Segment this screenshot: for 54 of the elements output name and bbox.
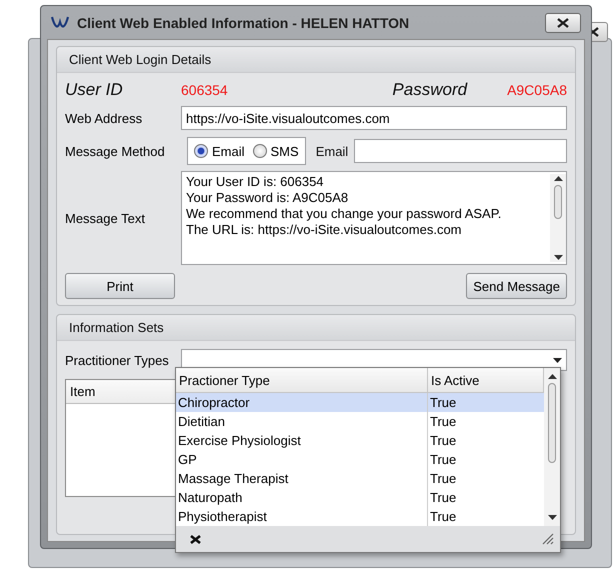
field-label: Message Text xyxy=(65,210,146,226)
list-row[interactable]: Chiropractor True xyxy=(176,393,544,412)
scrollbar[interactable] xyxy=(544,368,560,526)
password-value: A9C05A8 xyxy=(507,82,567,98)
scroll-up-icon[interactable] xyxy=(548,374,556,379)
close-icon[interactable] xyxy=(190,534,201,544)
send-message-button[interactable]: Send Message xyxy=(466,273,567,299)
panel-heading: Client Web Login Details xyxy=(69,52,212,67)
list-row[interactable]: Dietitian True xyxy=(176,412,544,431)
table-cell-text: True xyxy=(429,470,458,488)
scroll-down-icon[interactable] xyxy=(554,255,562,260)
table-cell-text: True xyxy=(429,508,458,526)
panel-heading: Information Sets xyxy=(69,320,164,335)
field-label: Practitioner Types xyxy=(65,352,170,368)
list-row[interactable]: Naturopath True xyxy=(176,488,544,507)
field-label: User ID xyxy=(65,80,123,99)
column-header[interactable]: Practioner Type xyxy=(176,368,428,393)
table-cell-text: True xyxy=(429,451,458,469)
field-label: Email xyxy=(316,144,348,158)
table-cell-text: True xyxy=(429,394,458,412)
table-cell: Naturopath xyxy=(176,488,428,507)
email-field[interactable] xyxy=(354,139,567,163)
list-row[interactable]: Exercise Physiologist True xyxy=(176,431,544,450)
table-cell: Dietitian xyxy=(176,412,428,431)
table-cell-text: True xyxy=(429,489,458,507)
field-label: Password xyxy=(392,80,468,100)
logo-icon xyxy=(51,16,69,30)
radio-option[interactable]: Email xyxy=(194,144,245,158)
field-label: Web Address xyxy=(65,110,144,126)
list-row[interactable]: GP True xyxy=(176,450,544,469)
dropdown-arrow-icon[interactable] xyxy=(553,358,562,362)
list-row[interactable]: Massage Therapist True xyxy=(176,469,544,488)
radio-option[interactable]: SMS xyxy=(252,144,299,158)
print-button[interactable]: Print xyxy=(65,273,175,299)
close-button[interactable] xyxy=(545,12,581,32)
close-icon xyxy=(557,18,569,28)
window-title: Client Web Enabled Information - HELEN HATTON xyxy=(77,14,410,30)
table-cell-text: True xyxy=(429,432,458,450)
table-cell: Exercise Physiologist xyxy=(176,431,428,450)
table-cell: Massage Therapist xyxy=(176,469,428,488)
table-cell-text: True xyxy=(429,413,458,431)
field-label: Message Method xyxy=(65,144,166,158)
scrollbar-thumb[interactable] xyxy=(554,185,562,219)
web-address-field[interactable]: https://vo-iSite.visualoutcomes.com xyxy=(181,106,567,130)
scroll-up-icon[interactable] xyxy=(554,176,562,181)
scrollbar-thumb[interactable] xyxy=(548,383,556,463)
column-header[interactable]: Is Active xyxy=(428,368,544,393)
table-cell: GP xyxy=(176,450,428,469)
user-id-value: 606354 xyxy=(181,82,229,98)
table-cell: Chiropractor xyxy=(176,393,428,412)
resize-grip-icon[interactable] xyxy=(542,533,554,545)
scrollbar[interactable] xyxy=(550,174,566,262)
message-text-field[interactable]: Your User ID is: 606354 Your Password is: A9C05A8 We recommend that you change your password ASAP. The URL is: https://vo-iSite.visualoutcomes.com xyxy=(181,171,567,265)
scroll-down-icon[interactable] xyxy=(548,515,556,520)
